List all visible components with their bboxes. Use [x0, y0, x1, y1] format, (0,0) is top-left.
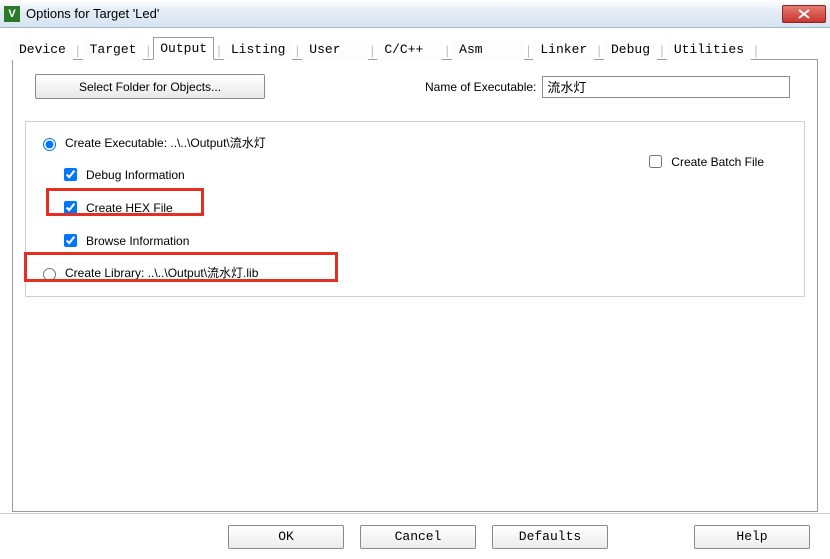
create-batch-label: Create Batch File [671, 155, 764, 169]
dialog-footer: OK Cancel Defaults Help [0, 513, 830, 559]
tabstrip: Device| Target| Output| Listing| User| C… [12, 36, 818, 60]
name-of-executable-label: Name of Executable: [425, 80, 536, 94]
tab-target[interactable]: Target [83, 38, 144, 60]
output-panel: Select Folder for Objects... Name of Exe… [12, 60, 818, 512]
create-hex-checkbox[interactable] [64, 201, 77, 214]
help-button[interactable]: Help [694, 525, 810, 549]
app-icon: V [4, 6, 20, 22]
create-library-radio[interactable] [43, 268, 56, 281]
tab-utilities[interactable]: Utilities [667, 38, 751, 60]
tab-listing[interactable]: Listing [224, 38, 293, 60]
tab-asm[interactable]: Asm [452, 38, 523, 60]
debug-information-label: Debug Information [86, 168, 185, 182]
titlebar: V Options for Target 'Led' [0, 0, 830, 28]
close-icon [798, 9, 810, 19]
create-executable-label: Create Executable: ..\..\Output\流水灯 [65, 134, 266, 151]
tab-output[interactable]: Output [153, 37, 214, 60]
create-library-label: Create Library: ..\..\Output\流水灯.lib [65, 264, 258, 281]
debug-information-checkbox[interactable] [64, 168, 77, 181]
ok-button[interactable]: OK [228, 525, 344, 549]
select-folder-button[interactable]: Select Folder for Objects... [35, 74, 265, 99]
tab-debug[interactable]: Debug [604, 38, 657, 60]
executable-name-input[interactable] [542, 76, 790, 98]
tab-linker[interactable]: Linker [533, 38, 594, 60]
tab-device[interactable]: Device [12, 38, 73, 60]
create-hex-label: Create HEX File [86, 201, 173, 215]
browse-information-label: Browse Information [86, 234, 189, 248]
tab-ccpp[interactable]: C/C++ [377, 38, 442, 60]
tab-user[interactable]: User [302, 38, 367, 60]
create-executable-radio[interactable] [43, 138, 56, 151]
output-groupbox: Create Executable: ..\..\Output\流水灯 Debu… [25, 121, 805, 297]
defaults-button[interactable]: Defaults [492, 525, 608, 549]
cancel-button[interactable]: Cancel [360, 525, 476, 549]
create-batch-checkbox[interactable] [649, 155, 662, 168]
browse-information-checkbox[interactable] [64, 234, 77, 247]
close-button[interactable] [782, 5, 826, 23]
window-title: Options for Target 'Led' [26, 6, 782, 21]
